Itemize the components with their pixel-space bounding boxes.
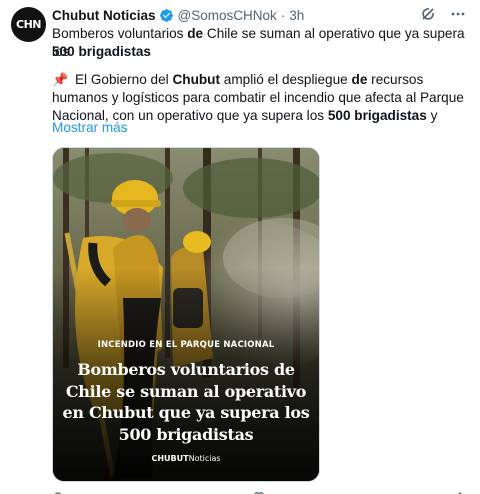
tweet-media-image[interactable]: INCENDIO EN EL PARQUE NACIONAL Bomberos … [52, 147, 320, 482]
media-brand-logo: CHUBUTNoticias [151, 454, 221, 463]
tweet-text-paragraph-2: 📌 El Gobierno del Chubut amplió el despl… [52, 72, 464, 123]
more-options-icon[interactable] [450, 6, 466, 22]
media-headline: Bomberos voluntarios de Chile se suman a… [62, 360, 310, 444]
like-icon[interactable] [253, 488, 265, 494]
repost-icon[interactable] [153, 488, 165, 494]
tweet-action-bar [52, 488, 466, 494]
author-handle[interactable]: @SomosCHNok [178, 8, 277, 23]
tweet-header: Chubut Noticias @SomosCHNok · 3h [52, 6, 304, 24]
share-icon[interactable] [454, 488, 466, 494]
tweet-text-line-2: 500 brigadistas [52, 44, 151, 59]
media-tag: INCENDIO EN EL PARQUE NACIONAL [97, 340, 275, 350]
grok-icon[interactable] [420, 6, 436, 22]
avatar[interactable]: CHN [11, 7, 46, 42]
views-icon[interactable] [354, 488, 366, 494]
header-actions [420, 6, 466, 22]
author-name[interactable]: Chubut Noticias [52, 8, 156, 23]
separator-dot: · [280, 7, 286, 23]
reply-icon[interactable] [52, 488, 64, 494]
pushpin-icon: 📌 [52, 72, 69, 87]
verified-badge-icon [159, 8, 174, 23]
show-more-link[interactable]: Mostrar más [52, 120, 128, 135]
timestamp[interactable]: 3h [289, 8, 304, 23]
tweet[interactable]: CHN Chubut Noticias @SomosCHNok · 3h Bom… [0, 0, 480, 494]
